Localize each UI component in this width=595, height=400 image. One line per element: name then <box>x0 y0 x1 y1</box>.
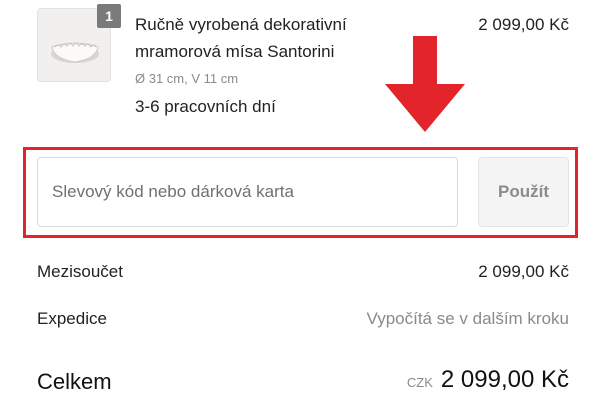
shipping-label: Expedice <box>37 309 107 328</box>
shipping-value: Vypočítá se v dalším kroku <box>366 309 569 328</box>
discount-code-input[interactable] <box>37 157 458 227</box>
product-name: Ručně vyrobená dekorativní mramorová mís… <box>135 11 395 65</box>
subtotal-value: 2 099,00 Kč <box>478 262 569 281</box>
total-label: Celkem <box>37 369 112 394</box>
apply-discount-button[interactable]: Použít <box>478 157 569 227</box>
arrow-down-icon <box>385 36 465 132</box>
quantity-badge: 1 <box>97 4 121 28</box>
subtotal-label: Mezisoučet <box>37 262 123 281</box>
product-price: 2 099,00 Kč <box>478 15 569 34</box>
delivery-time: 3-6 pracovních dní <box>135 97 276 116</box>
currency-code: CZK <box>406 375 433 390</box>
total-price: CZK 2 099,00 Kč <box>407 366 569 394</box>
product-variant: Ø 31 cm, V 11 cm <box>135 71 239 86</box>
product-name-line-1: Ručně vyrobená dekorativní <box>135 15 347 34</box>
product-name-line-2: mramorová mísa Santorini <box>135 42 335 61</box>
total-amount: 2 099,00 Kč <box>440 366 569 393</box>
